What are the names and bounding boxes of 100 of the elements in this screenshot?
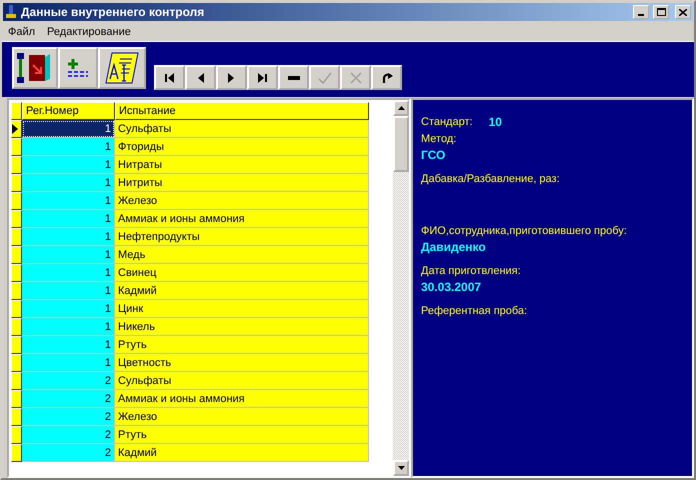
navigator-button[interactable] [154,65,185,90]
navigator-button[interactable] [371,65,402,90]
table-cell: Железо [115,192,369,210]
table-cell: 1 [22,192,115,210]
edit-document-icon [104,51,140,85]
column-header[interactable]: Рег.Номер [22,102,115,120]
add-button[interactable] [58,47,98,89]
table-cell: Цветность [115,354,369,372]
table-cell: 2 [22,372,115,390]
field-label: Референтная проба: [421,304,528,319]
up-arrow-icon [398,106,404,110]
row-indicator[interactable] [11,210,22,228]
scroll-down-button[interactable] [393,460,409,476]
field-value: ГСО [421,147,446,163]
table-cell: 1 [22,138,115,156]
header-corner [11,102,22,120]
table-cell: 1 [22,174,115,192]
scroll-thumb[interactable] [393,116,409,172]
row-indicator[interactable] [11,192,22,210]
cross-icon [350,72,362,84]
exit-button[interactable] [12,47,58,89]
table-cell: Цинк [115,300,369,318]
refresh-icon [380,72,392,84]
table-cell: 1 [22,246,115,264]
table-cell: 1 [22,120,115,138]
navigator-button[interactable] [278,65,309,90]
current-row-icon [12,124,18,134]
table-cell: Фториды [115,138,369,156]
table-cell: Никель [115,318,369,336]
menu-item[interactable]: Редактирование [41,26,137,38]
app-icon [5,5,17,19]
navigator-button[interactable] [216,65,247,90]
minimize-button[interactable] [633,5,649,19]
column-header[interactable]: Испытание [115,102,369,120]
row-indicator[interactable] [11,120,22,138]
row-indicator[interactable] [11,372,22,390]
field-label: ФИО,сотрудника,приготовившего пробу: [421,224,628,239]
close-button[interactable] [675,5,691,19]
field-label: Дабавка/Разбавление, раз: [421,172,561,187]
table-cell: 2 [22,426,115,444]
close-icon [679,8,687,16]
table-cell: 2 [22,408,115,426]
field-label: Стандарт: [421,115,473,130]
table-cell: 1 [22,354,115,372]
last-record-icon [258,72,268,82]
row-indicator[interactable] [11,282,22,300]
row-indicator[interactable] [11,354,22,372]
table-cell: Ртуть [115,426,369,444]
previous-record-icon [197,72,204,82]
scrollbar[interactable] [393,100,409,476]
maximize-button[interactable] [653,5,669,19]
table-cell: 2 [22,390,115,408]
table-cell: Сульфаты [115,120,369,138]
maximize-icon [656,8,666,16]
row-indicator[interactable] [11,138,22,156]
row-indicator[interactable] [11,336,22,354]
table-cell: 1 [22,300,115,318]
row-indicator[interactable] [11,408,22,426]
field-value: 30.03.2007 [421,279,482,295]
table-cell: Железо [115,408,369,426]
row-indicator[interactable] [11,444,22,462]
table-cell: 1 [22,282,115,300]
table-cell: Нефтепродукты [115,228,369,246]
table-cell: Нитраты [115,156,369,174]
window-title: Данные внутреннего контроля [21,5,206,19]
table-cell: Ртуть [115,336,369,354]
row-indicator[interactable] [11,318,22,336]
table-cell: 1 [22,156,115,174]
scroll-up-button[interactable] [393,100,409,116]
row-indicator[interactable] [11,300,22,318]
table-cell: Кадмий [115,282,369,300]
table-cell: 1 [22,336,115,354]
table-cell: Аммиак и ионы аммония [115,390,369,408]
row-indicator[interactable] [11,174,22,192]
table-cell: 2 [22,444,115,462]
table-cell: 1 [22,264,115,282]
table-cell: Аммиак и ионы аммония [115,210,369,228]
row-indicator[interactable] [11,426,22,444]
row-indicator[interactable] [11,390,22,408]
minus-icon [288,76,300,80]
table-cell: Кадмий [115,444,369,462]
row-indicator[interactable] [11,246,22,264]
table-cell: 1 [22,318,115,336]
menu-item[interactable]: Файл [2,26,42,38]
row-indicator[interactable] [11,264,22,282]
table-cell: Сульфаты [115,372,369,390]
table-cell: Медь [115,246,369,264]
field-value: Давиденко [421,239,487,255]
field-label: Метод: [421,132,458,147]
row-indicator[interactable] [11,156,22,174]
table-cell: 1 [22,228,115,246]
field-label: Дата приготвления: [421,264,522,279]
door-icon [17,51,53,85]
navigator-button[interactable] [247,65,278,90]
first-record-icon [164,72,174,82]
row-indicator[interactable] [11,228,22,246]
edit-button[interactable] [98,47,146,89]
navigator-button[interactable] [185,65,216,90]
field-value: 10 [488,114,502,130]
table-cell: Нитриты [115,174,369,192]
